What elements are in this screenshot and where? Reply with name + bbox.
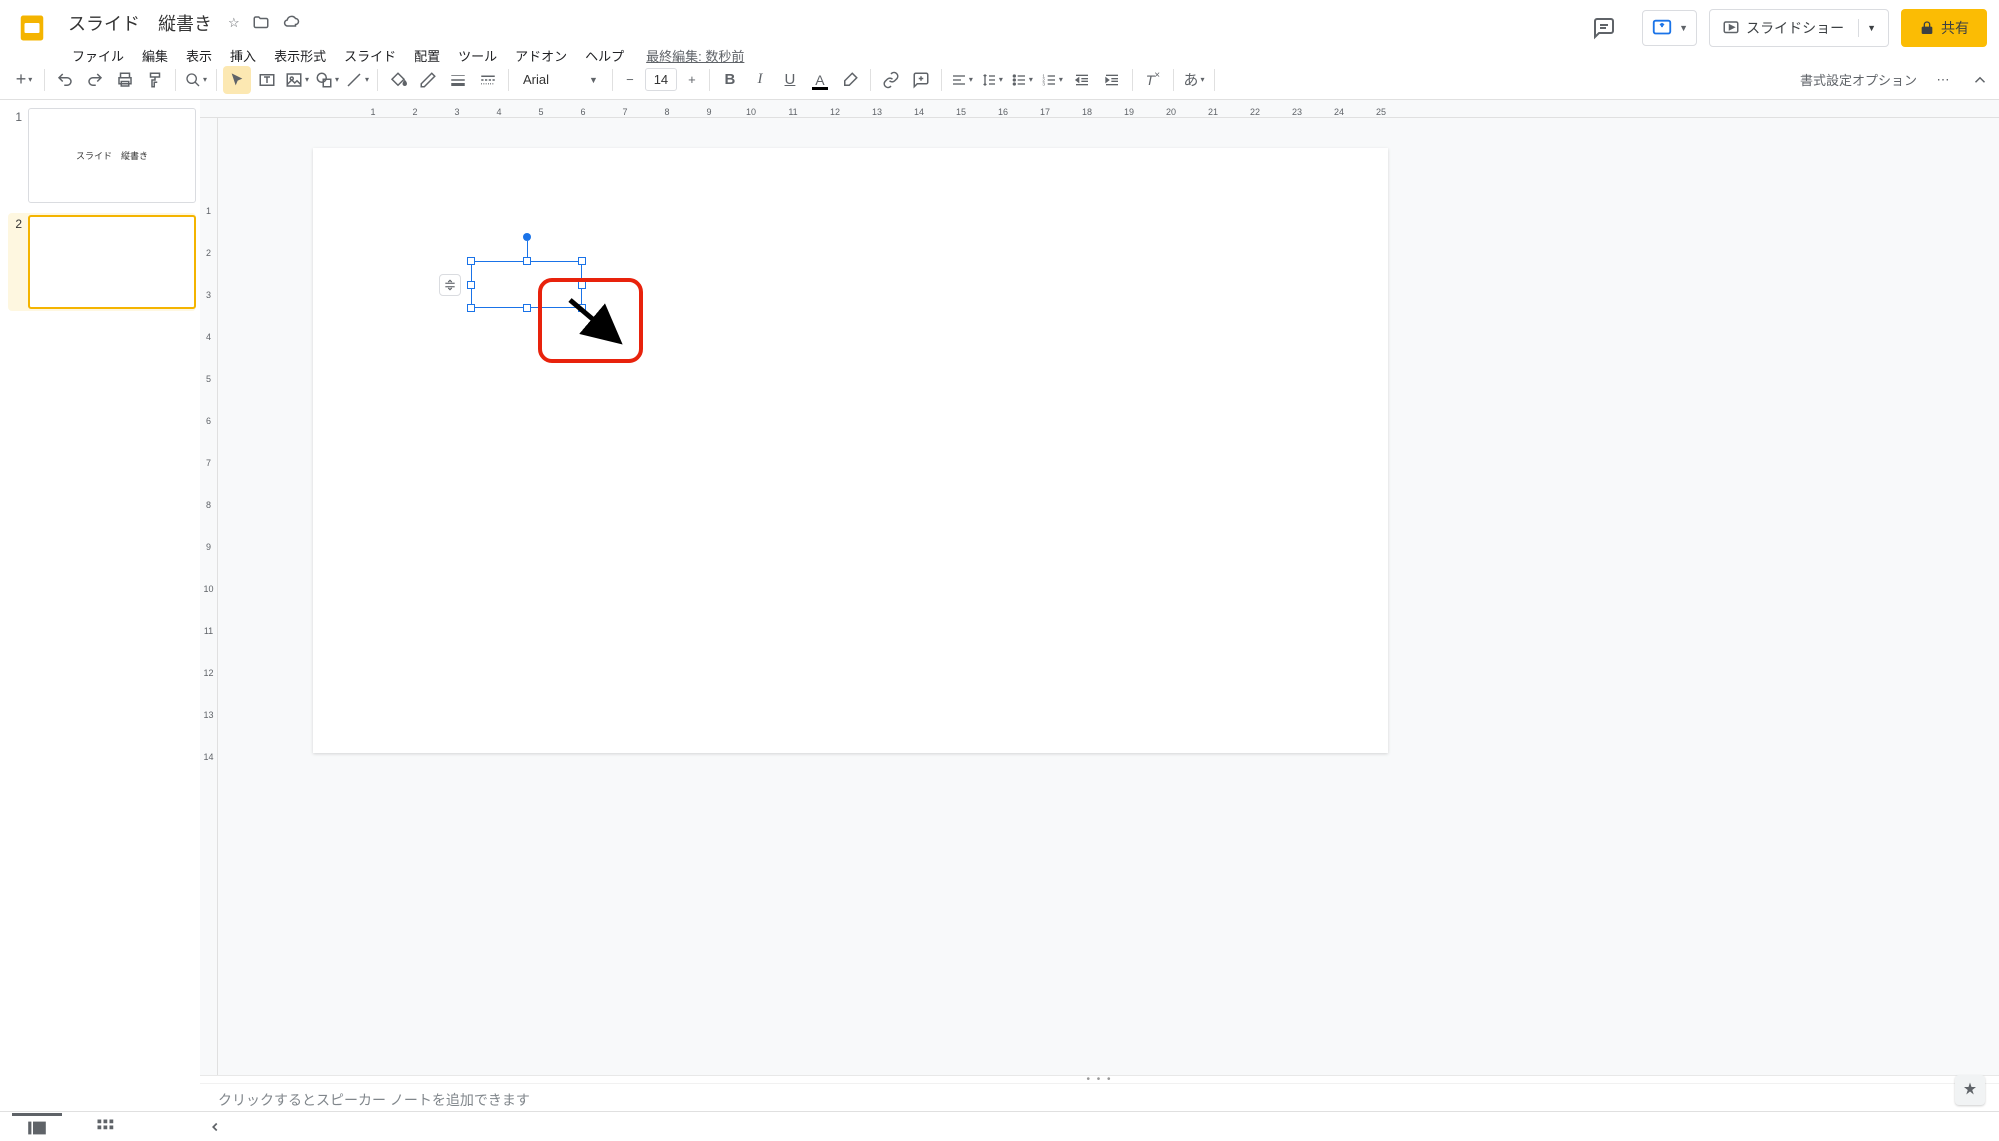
redo-button[interactable]: [81, 66, 109, 94]
app-header: スライド 縦書き ☆ ファイル 編集 表示 挿入 表示形式 スライド 配置 ツー…: [0, 0, 1999, 60]
slide-thumbnail-1[interactable]: 1 スライド 縦書き: [8, 108, 196, 203]
comments-button[interactable]: [1578, 8, 1630, 48]
zoom-button[interactable]: [182, 66, 210, 94]
clear-format-button[interactable]: T×: [1139, 66, 1167, 94]
resize-handle-br[interactable]: [578, 304, 586, 312]
slide-number: 1: [8, 108, 22, 203]
ruler-horizontal: 1234567891011121314151617181920212223242…: [200, 100, 1999, 118]
resize-handle-tr[interactable]: [578, 257, 586, 265]
italic-button[interactable]: I: [746, 66, 774, 94]
slide-panel: 1 スライド 縦書き 2: [0, 100, 200, 1111]
filmstrip-view-button[interactable]: [12, 1113, 62, 1141]
border-dash-button[interactable]: [474, 66, 502, 94]
explore-button[interactable]: [1955, 1075, 1985, 1105]
menu-tools[interactable]: ツール: [450, 42, 505, 69]
resize-handle-mr[interactable]: [578, 281, 586, 289]
chevron-down-icon: ▼: [1867, 23, 1876, 33]
resize-handle-bm[interactable]: [523, 304, 531, 312]
grid-view-button[interactable]: [80, 1113, 130, 1141]
align-button[interactable]: [948, 66, 976, 94]
toolbar: + Arial ▼ − 14 + B I U A 123 T× あ 書式設定オプ…: [0, 60, 1999, 100]
slide-canvas[interactable]: [313, 148, 1388, 753]
ruler-vertical: 1234567891011121314: [200, 118, 218, 1075]
menu-help[interactable]: ヘルプ: [577, 42, 632, 69]
menu-slide[interactable]: スライド: [336, 42, 404, 69]
collapse-panel-button[interactable]: [208, 1120, 222, 1134]
fill-color-button[interactable]: [384, 66, 412, 94]
chevron-down-icon: ▼: [589, 75, 598, 85]
cloud-status-icon[interactable]: [282, 14, 300, 32]
bold-button[interactable]: B: [716, 66, 744, 94]
document-title[interactable]: スライド 縦書き: [64, 8, 216, 38]
font-size-decrease[interactable]: −: [619, 69, 641, 91]
input-tool-button[interactable]: あ: [1180, 66, 1208, 94]
present-mode-button[interactable]: ▼: [1642, 10, 1697, 46]
text-resize-grip[interactable]: [439, 274, 461, 296]
slides-logo[interactable]: [12, 8, 52, 48]
line-tool[interactable]: [343, 66, 371, 94]
slide-thumb[interactable]: [28, 215, 196, 310]
print-button[interactable]: [111, 66, 139, 94]
notes-splitter[interactable]: • • •: [200, 1075, 1999, 1083]
highlight-button[interactable]: [836, 66, 864, 94]
selected-textbox[interactable]: [471, 261, 582, 308]
menu-file[interactable]: ファイル: [64, 42, 132, 69]
star-icon[interactable]: ☆: [228, 15, 240, 31]
bullet-list-button[interactable]: [1008, 66, 1036, 94]
select-tool[interactable]: [223, 66, 251, 94]
rotate-connector: [527, 241, 528, 257]
slide-thumbnail-2[interactable]: 2: [8, 213, 196, 312]
format-options-button[interactable]: 書式設定オプション: [1790, 64, 1927, 95]
image-tool[interactable]: [283, 66, 311, 94]
menu-bar: ファイル 編集 表示 挿入 表示形式 スライド 配置 ツール アドオン ヘルプ …: [64, 42, 1578, 69]
selection-frame: [471, 261, 582, 308]
move-folder-icon[interactable]: [252, 14, 270, 32]
resize-handle-tm[interactable]: [523, 257, 531, 265]
undo-button[interactable]: [51, 66, 79, 94]
menu-arrange[interactable]: 配置: [406, 42, 448, 69]
collapse-toolbar-button[interactable]: [1971, 71, 1989, 89]
underline-button[interactable]: U: [776, 66, 804, 94]
indent-increase-button[interactable]: [1098, 66, 1126, 94]
canvas-background[interactable]: [218, 118, 1999, 1075]
menu-addons[interactable]: アドオン: [507, 42, 575, 69]
shape-tool[interactable]: [313, 66, 341, 94]
slideshow-button[interactable]: スライドショー ▼: [1709, 9, 1889, 47]
indent-decrease-button[interactable]: [1068, 66, 1096, 94]
border-color-button[interactable]: [414, 66, 442, 94]
footer: [0, 1111, 1999, 1141]
font-family-select[interactable]: Arial ▼: [515, 72, 606, 87]
rotate-handle[interactable]: [523, 233, 531, 241]
slideshow-label: スライドショー: [1746, 18, 1844, 38]
slide-number: 2: [8, 215, 22, 310]
last-edit-link[interactable]: 最終編集: 数秒前: [646, 46, 744, 65]
paint-format-button[interactable]: [141, 66, 169, 94]
line-spacing-button[interactable]: [978, 66, 1006, 94]
svg-text:3: 3: [1042, 81, 1045, 86]
comment-button[interactable]: [907, 66, 935, 94]
more-button[interactable]: ⋯: [1929, 66, 1957, 94]
resize-handle-ml[interactable]: [467, 281, 475, 289]
text-color-button[interactable]: A: [806, 66, 834, 94]
font-size-increase[interactable]: +: [681, 69, 703, 91]
new-slide-button[interactable]: +: [10, 66, 38, 94]
resize-handle-tl[interactable]: [467, 257, 475, 265]
share-button[interactable]: 共有: [1901, 9, 1987, 47]
chevron-down-icon: ▼: [1679, 23, 1688, 33]
font-name: Arial: [523, 72, 549, 87]
menu-edit[interactable]: 編集: [134, 42, 176, 69]
border-weight-button[interactable]: [444, 66, 472, 94]
numbered-list-button[interactable]: 123: [1038, 66, 1066, 94]
font-size-input[interactable]: 14: [645, 68, 677, 91]
resize-handle-bl[interactable]: [467, 304, 475, 312]
speaker-notes[interactable]: クリックするとスピーカー ノートを追加できます: [200, 1083, 1999, 1111]
menu-format[interactable]: 表示形式: [266, 42, 334, 69]
link-button[interactable]: [877, 66, 905, 94]
menu-insert[interactable]: 挿入: [222, 42, 264, 69]
textbox-tool[interactable]: [253, 66, 281, 94]
canvas-area: 1234567891011121314151617181920212223242…: [200, 100, 1999, 1111]
menu-view[interactable]: 表示: [178, 42, 220, 69]
slide-thumb[interactable]: スライド 縦書き: [28, 108, 196, 203]
share-label: 共有: [1941, 18, 1969, 38]
